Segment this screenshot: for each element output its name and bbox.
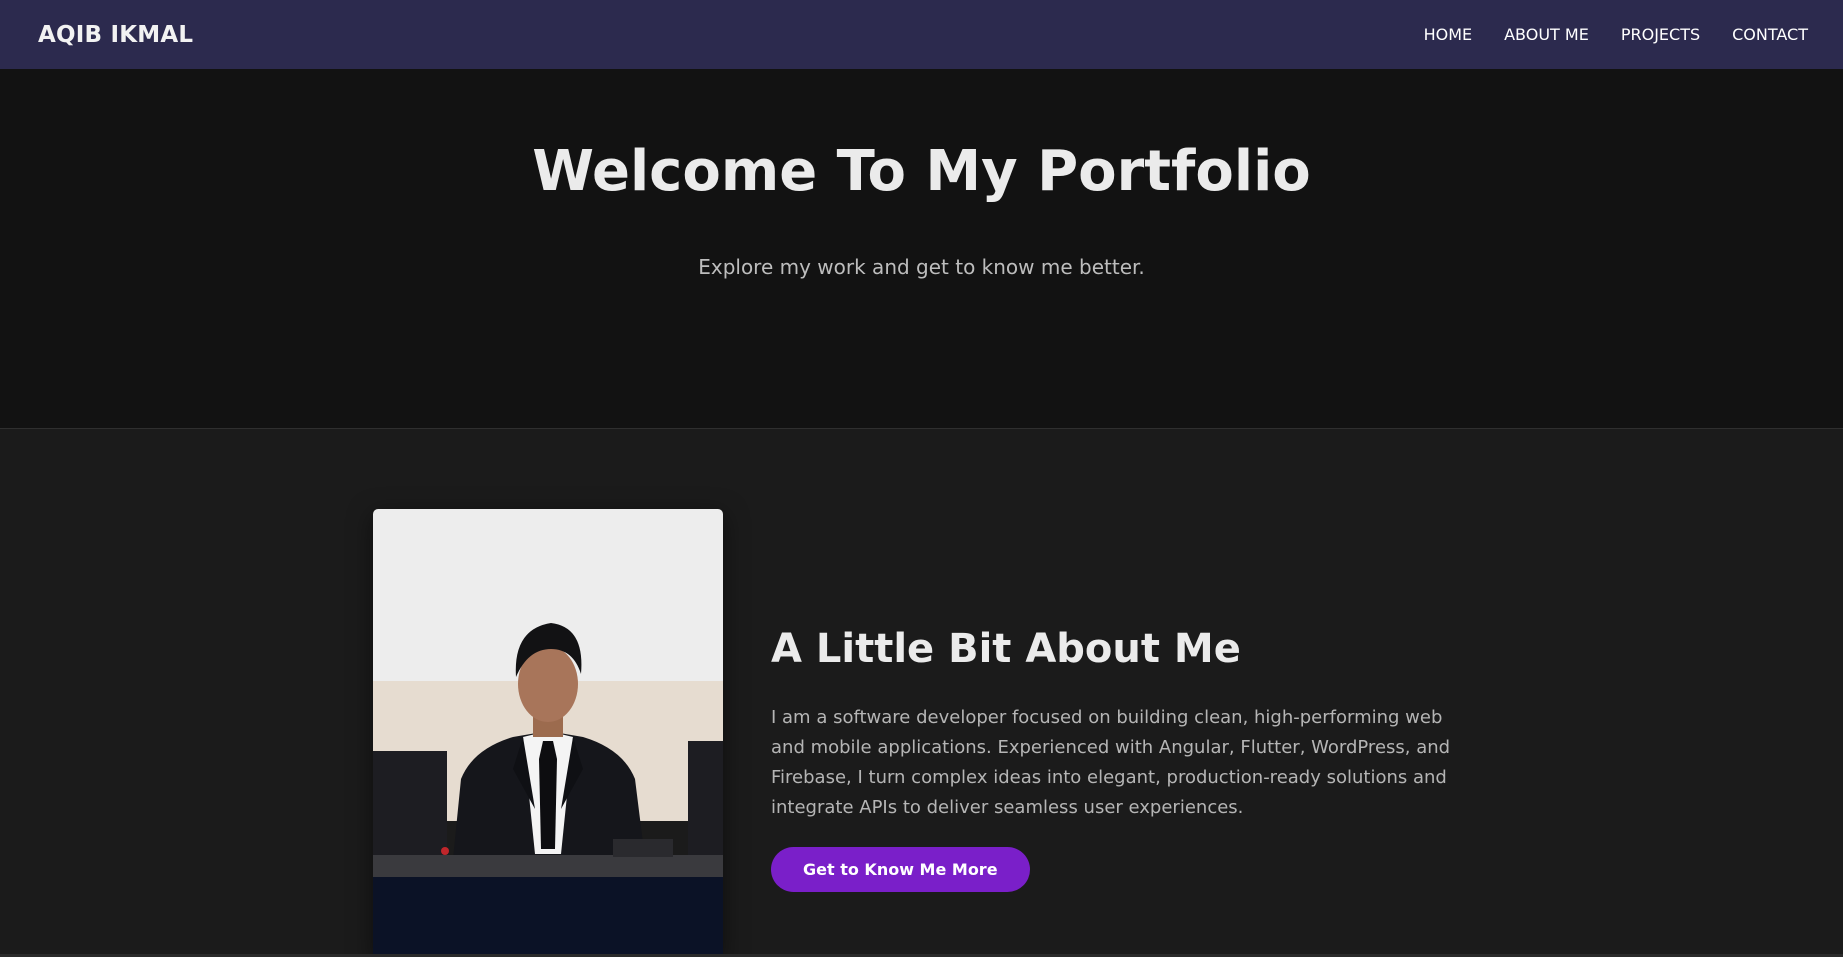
about-section: A Little Bit About Me I am a software de…: [0, 429, 1843, 957]
hero-subtitle: Explore my work and get to know me bette…: [698, 255, 1145, 279]
brand-logo-text[interactable]: AQIB IKMAL: [38, 22, 193, 48]
profile-photo: [373, 509, 723, 957]
nav-link-contact[interactable]: CONTACT: [1732, 25, 1808, 44]
hero-section: Welcome To My Portfolio Explore my work …: [0, 69, 1843, 429]
know-me-more-button[interactable]: Get to Know Me More: [771, 847, 1030, 892]
about-description: I am a software developer focused on bui…: [771, 707, 1451, 818]
nav-link-home[interactable]: HOME: [1424, 25, 1473, 44]
about-heading: A Little Bit About Me: [771, 626, 1241, 672]
nav-links: HOME ABOUT ME PROJECTS CONTACT: [1392, 25, 1808, 44]
navbar: AQIB IKMAL HOME ABOUT ME PROJECTS CONTAC…: [0, 0, 1843, 69]
hero-title: Welcome To My Portfolio: [532, 139, 1311, 204]
about-text-block: A Little Bit About Me I am a software de…: [771, 625, 1491, 892]
nav-link-about-me[interactable]: ABOUT ME: [1504, 25, 1589, 44]
nav-link-projects[interactable]: PROJECTS: [1621, 25, 1700, 44]
